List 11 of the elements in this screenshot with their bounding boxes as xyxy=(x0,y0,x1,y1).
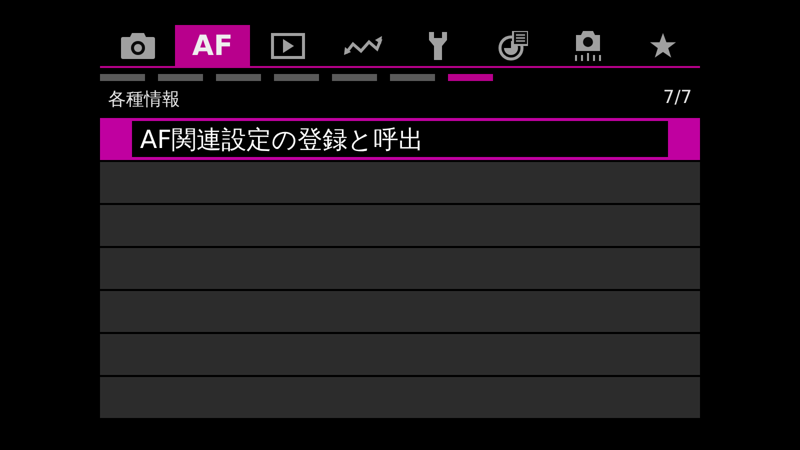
section-title: 各種情報 xyxy=(108,88,180,112)
menu-item[interactable]: AF関連設定の登録と呼出 xyxy=(100,118,700,160)
star-icon xyxy=(648,32,676,60)
wrench-icon xyxy=(426,32,448,60)
menu-tab[interactable]: AF xyxy=(175,25,250,66)
play-icon xyxy=(270,32,304,58)
wave-arrow-icon xyxy=(342,34,382,58)
page-number: 7/7 xyxy=(663,87,692,110)
camera-icon xyxy=(120,32,154,58)
chart-list-icon xyxy=(498,30,528,60)
camera-dots-icon xyxy=(572,30,602,60)
